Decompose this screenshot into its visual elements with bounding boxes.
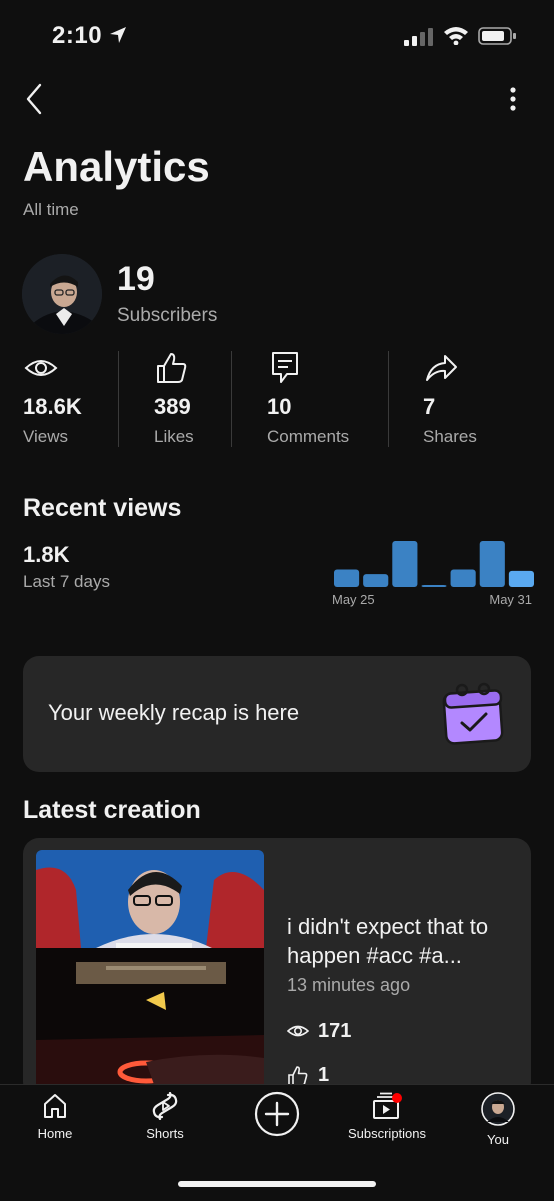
chart-bar-may-31	[508, 570, 534, 587]
subscriber-count: 19	[117, 260, 155, 298]
video-title[interactable]: i didn't expect that to happen #acc #a..…	[287, 912, 517, 970]
status-time: 2:10	[52, 22, 103, 49]
stat-divider	[388, 351, 389, 447]
channel-avatar[interactable]	[22, 254, 102, 334]
home-indicator	[178, 1181, 376, 1187]
latest-creation-title: Latest creation	[23, 796, 201, 824]
subscriptions-icon	[373, 1092, 402, 1119]
recent-views-chart[interactable]: May 25 May 31	[330, 536, 534, 616]
stat-likes-value: 389	[154, 394, 191, 419]
stat-divider	[118, 351, 119, 447]
stat-shares-value: 7	[423, 394, 436, 419]
calendar-check-icon	[442, 682, 504, 745]
create-icon	[254, 1091, 300, 1137]
back-button[interactable]	[22, 82, 48, 116]
share-icon	[426, 355, 457, 381]
stat-comments-value: 10	[267, 394, 292, 419]
battery-icon	[478, 27, 516, 45]
stat-comments-label: Comments	[267, 427, 350, 446]
nav-shorts[interactable]: Shorts	[120, 1092, 210, 1141]
chart-bar-may-25	[334, 569, 360, 587]
avatar-icon	[481, 1092, 515, 1126]
stat-views-label: Views	[23, 427, 69, 446]
location-arrow-icon	[110, 27, 126, 43]
weekly-recap-text: Your weekly recap is here	[48, 700, 300, 725]
page-title: Analytics	[23, 143, 210, 190]
stat-likes-label: Likes	[154, 427, 194, 446]
page-subtitle: All time	[23, 200, 79, 219]
wifi-icon	[444, 27, 468, 45]
chart-bar-may-27	[392, 541, 418, 587]
eye-icon	[24, 360, 58, 376]
chart-bar-may-26	[363, 574, 389, 587]
nav-subscriptions[interactable]: Subscriptions	[342, 1092, 432, 1141]
more-options-button[interactable]	[502, 84, 524, 114]
chart-tick-label: May 25	[332, 592, 375, 607]
nav-subscriptions-label: Subscriptions	[347, 1126, 427, 1141]
recent-views-period: Last 7 days	[23, 572, 110, 591]
video-views: 171	[318, 1020, 352, 1042]
eye-icon	[287, 1025, 309, 1037]
chart-bar-may-28	[421, 585, 447, 587]
video-thumbnail[interactable]	[36, 850, 264, 1090]
subscriber-label: Subscribers	[117, 305, 218, 326]
chart-bar-may-29	[450, 569, 476, 587]
cellular-signal-icon	[404, 28, 433, 46]
nav-you[interactable]: You	[453, 1092, 543, 1147]
shorts-icon	[152, 1092, 178, 1120]
nav-home-label: Home	[37, 1126, 73, 1141]
home-icon	[44, 1094, 66, 1118]
chart-tick-label: May 31	[489, 592, 532, 607]
nav-home[interactable]: Home	[10, 1092, 100, 1141]
comment-icon	[272, 352, 298, 383]
nav-you-label: You	[487, 1132, 509, 1147]
stat-shares-label: Shares	[423, 427, 477, 446]
thumbs-up-icon	[157, 353, 187, 383]
stat-views-value: 18.6K	[23, 394, 82, 419]
recent-views-title: Recent views	[23, 494, 182, 522]
chart-bar-may-30	[479, 541, 505, 587]
nav-shorts-label: Shorts	[146, 1126, 184, 1141]
video-posted-time: 13 minutes ago	[287, 975, 411, 995]
stat-divider	[231, 351, 232, 447]
recent-views-total: 1.8K	[23, 542, 70, 567]
nav-create[interactable]	[232, 1090, 322, 1138]
